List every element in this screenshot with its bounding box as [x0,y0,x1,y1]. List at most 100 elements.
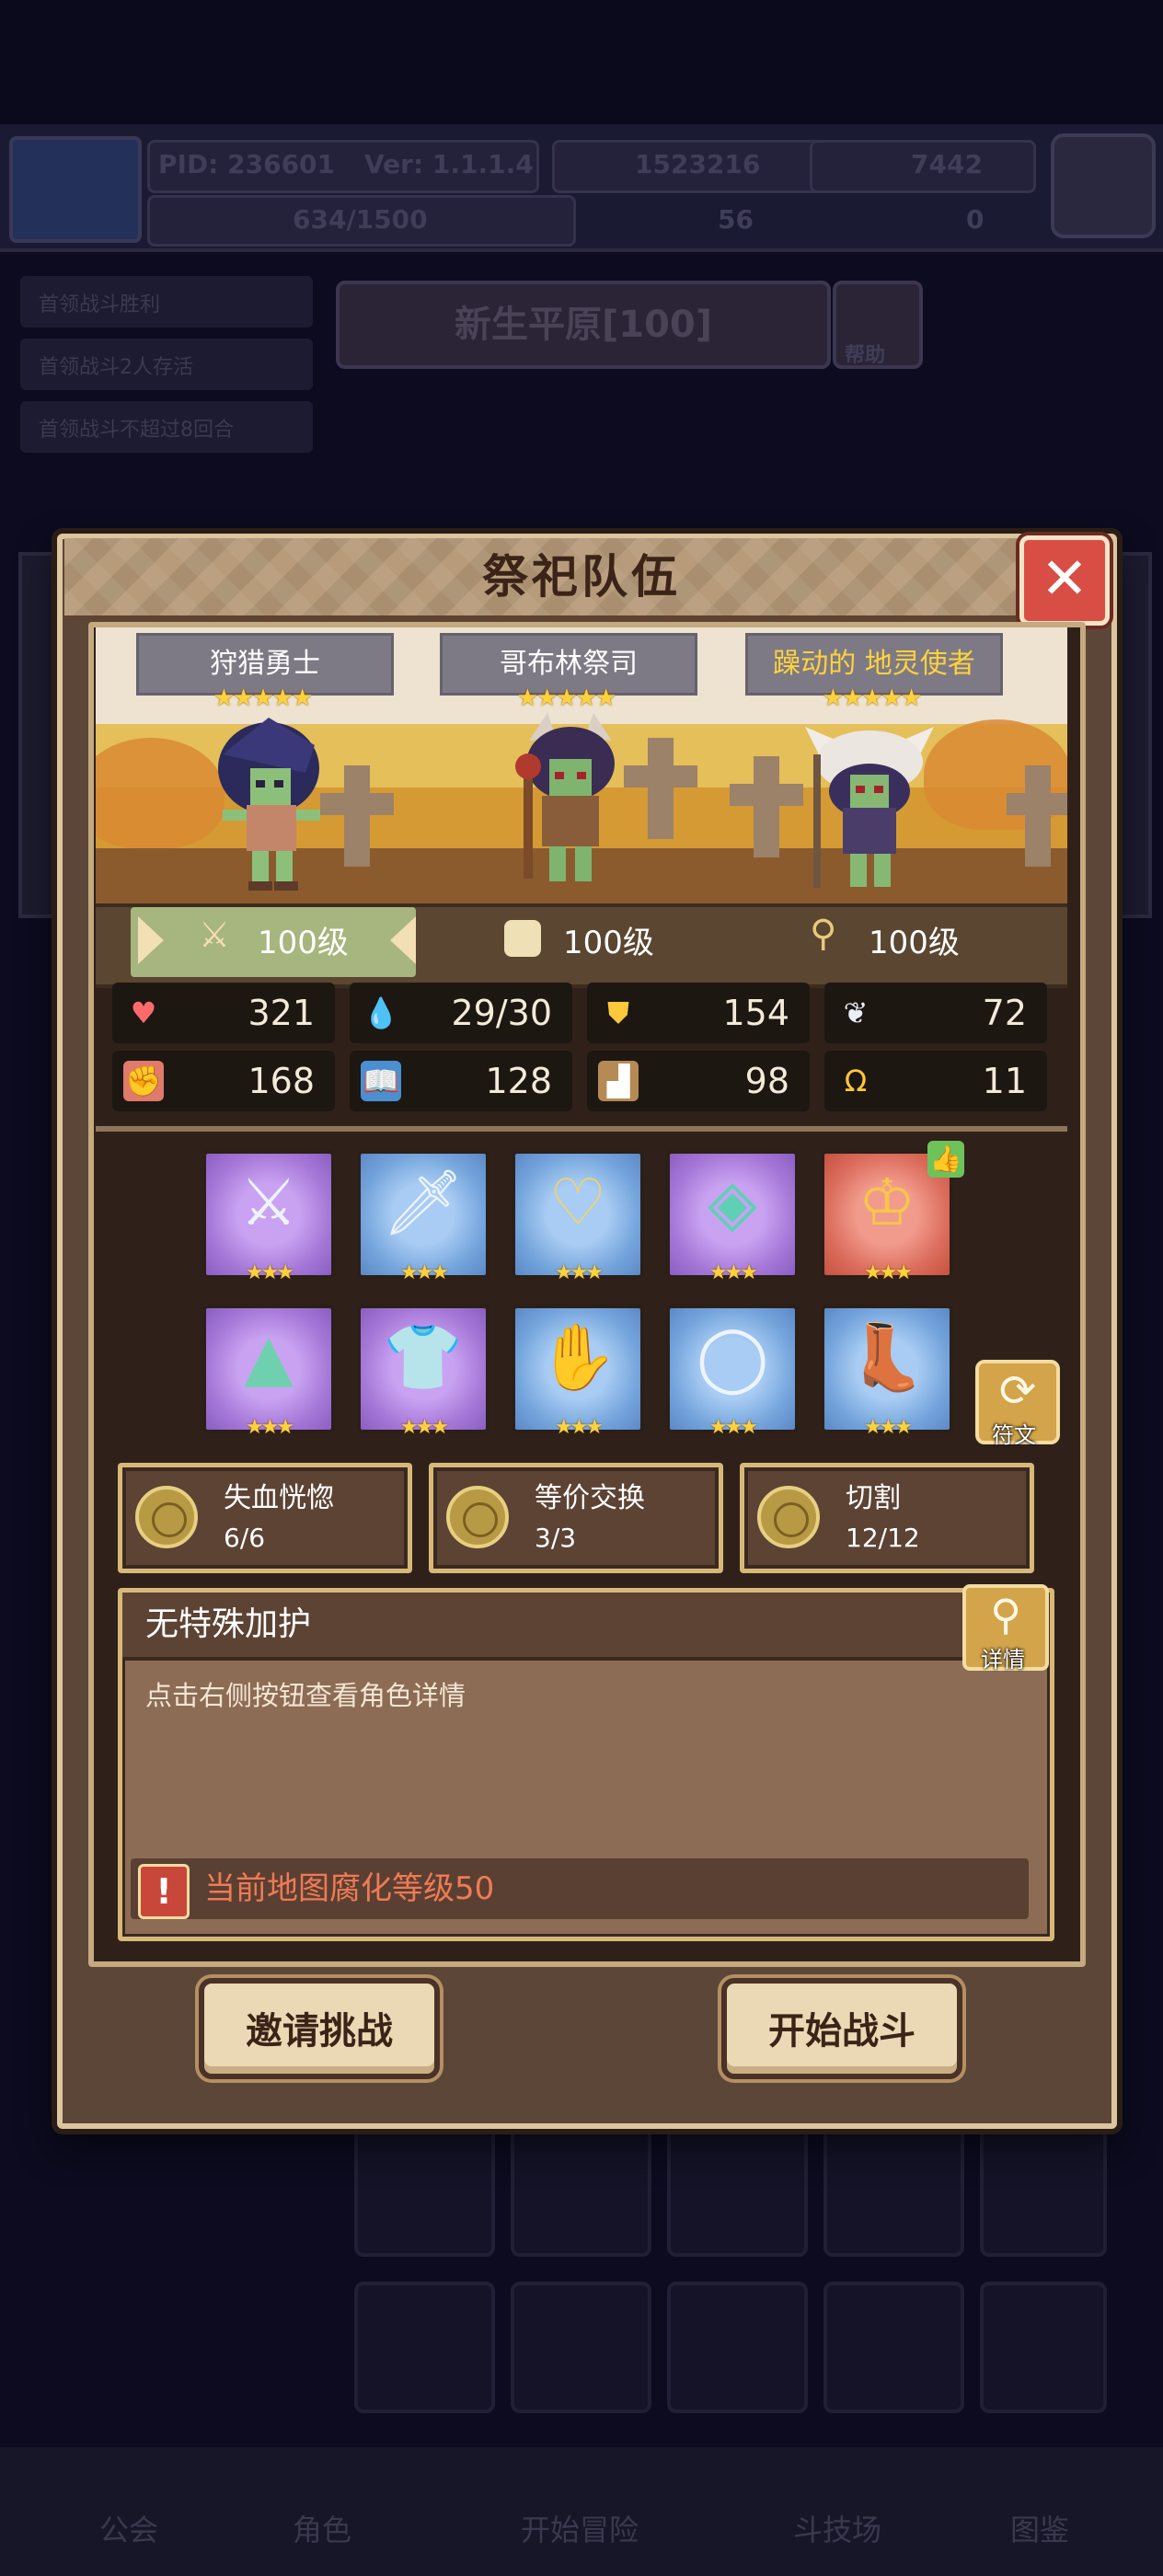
equip-boots[interactable]: 👢 ★★★ [821,1305,953,1439]
corruption-warning-text: 当前地图腐化等级50 [204,1870,495,1907]
equip-necklace[interactable]: ♡ ★★★ [512,1150,644,1284]
thumbs-up-icon: 👍 [927,1141,964,1178]
inventory-slot [511,2125,651,2257]
blessing-title: 无特殊加护 [145,1605,312,1643]
settings-gear-icon[interactable] [1051,133,1156,238]
quest-item: 首领战斗2人存活 [20,339,313,390]
stat-resist: ▟ 98 [587,1051,810,1111]
armor-icon: 👕 [383,1319,464,1395]
gold-amount: 1523216 [635,149,761,179]
inventory-slot [354,2282,495,2413]
equip-gem-charm[interactable]: ◈ ★★★ [666,1150,799,1284]
boots-icon: 👢 [846,1319,927,1395]
modal-title: 祭祀队伍 [482,550,681,604]
equip-hat[interactable]: ▲ ★★★ [202,1305,335,1439]
hero-goblin-priest-sprite[interactable] [501,713,639,888]
skill-coin-icon [135,1486,198,1548]
map-title-banner: 新生平原[100] [336,281,831,369]
inventory-slot [667,2125,808,2257]
grave-cross [648,738,674,839]
hero-earth-envoy-sprite[interactable] [800,718,938,892]
hero-stars-1: ★★★★★ [213,684,314,712]
gauntlet-icon: ✋ [537,1319,618,1395]
skill-1[interactable]: 失血恍惚 6/6 [118,1463,412,1573]
skill-coin-icon [757,1486,820,1548]
horseshoe-icon: Ω [844,1064,868,1098]
blessing-hint: 点击右侧按钮查看角色详情 [145,1680,466,1711]
chevron-left-icon[interactable] [138,916,164,964]
magnifier-icon: ⚲ [990,1590,1021,1639]
skill-3[interactable]: 切割 12/12 [740,1463,1034,1573]
heart-icon: ♥ [130,995,157,1030]
inventory-slot [823,2282,964,2413]
grave-cross [344,765,370,867]
shield-icon: ⛊ [606,995,629,1030]
rune-label: 符文 [992,1422,1036,1448]
grave-cross [1007,793,1067,815]
stat-hp: ♥ 321 [112,983,335,1043]
nav-adventure[interactable]: 开始冒险 [488,2484,672,2576]
boot-icon: ▟ [598,1061,639,1101]
section-divider [96,1126,1067,1132]
swap-icon: ⟳ [998,1365,1037,1417]
inventory-slot [511,2282,651,2413]
game-version: Ver: 1.1.1.4 [364,149,534,179]
dice-icon [504,920,541,957]
equip-armor[interactable]: 👕 ★★★ [357,1305,489,1439]
start-battle-button[interactable]: 开始战斗 [721,1978,962,2079]
inventory-slot [980,2282,1107,2413]
detail-label: 详情 [981,1647,1025,1673]
skill-2[interactable]: 等价交换 3/3 [429,1463,723,1573]
stat-luck: Ω 11 [824,1051,1047,1111]
hero-stars-2: ★★★★★ [516,684,617,712]
quest-item: 首领战斗不超过8回合 [20,401,313,453]
sword-icon: ⚔ [239,1165,298,1240]
nav-guild[interactable]: 公会 [37,2484,221,2576]
resource-3: 56 [718,204,754,235]
inventory-slot [980,2125,1107,2257]
grave-cross [1025,765,1051,867]
belt-icon: ◯ [696,1319,769,1395]
inventory-slot [823,2125,964,2257]
equip-dagger[interactable]: 🗡 ★★★ [357,1150,489,1284]
necklace-icon: ♡ [548,1165,607,1240]
gem-amount: 7442 [911,149,983,179]
stat-defense: ⛊ 154 [587,983,810,1043]
fist-icon: ✊ [123,1061,164,1101]
hero-stars-3: ★★★★★ [822,684,923,712]
nav-codex[interactable]: 图鉴 [948,2484,1132,2576]
hero-hunter-sprite[interactable] [204,718,342,892]
nav-arena[interactable]: 斗技场 [745,2484,929,2576]
invite-challenge-button[interactable]: 邀请挑战 [199,1978,440,2079]
stat-mana: 💧 29/30 [350,983,572,1043]
hero-level-2: 100级 [563,925,654,961]
equip-gauntlet[interactable]: ✋ ★★★ [512,1305,644,1439]
staff-icon: ⚲ [810,913,837,955]
quest-item: 首领战斗胜利 [20,276,313,328]
inventory-slot [667,2282,808,2413]
player-avatar [9,136,142,243]
witch-hat-icon: ▲ [244,1319,294,1395]
stat-magic: 📖 128 [350,1051,572,1111]
stat-speed: ❦ 72 [824,983,1047,1043]
equip-belt[interactable]: ◯ ★★★ [666,1305,799,1439]
resource-4: 0 [966,204,985,235]
skill-coin-icon [446,1486,509,1548]
inventory-slot [354,2125,495,2257]
close-icon[interactable]: ✕ [1019,535,1110,626]
status-bar-area [0,0,1163,124]
grave-cross [730,784,803,806]
equip-sword[interactable]: ⚔ ★★★ [202,1150,335,1284]
sword-icon: ⚔ [199,914,231,955]
dagger-icon: 🗡 [382,1165,465,1240]
grave-cross [754,756,779,857]
wing-icon: ❦ [843,995,869,1030]
water-drop-icon: 💧 [363,995,399,1030]
warning-icon: ! [138,1864,190,1919]
nav-character[interactable]: 角色 [230,2484,414,2576]
chevron-right-icon[interactable] [390,916,416,964]
book-icon: 📖 [361,1061,401,1101]
hero-level-3: 100级 [869,925,960,961]
player-id: PID: 236601 [158,149,336,179]
stat-attack: ✊ 168 [112,1051,335,1111]
